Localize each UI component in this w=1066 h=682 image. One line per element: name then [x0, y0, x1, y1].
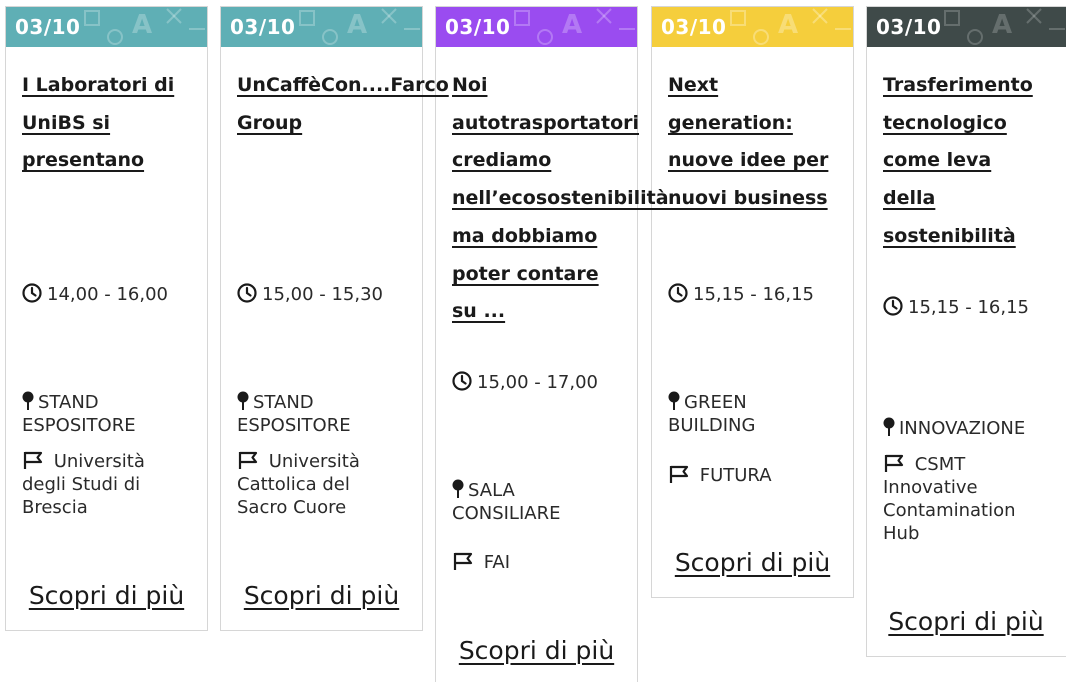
event-date: 03/10 [876, 15, 942, 39]
flag-icon [23, 451, 43, 469]
event-time: 15,00 - 15,30 [237, 283, 383, 306]
event-location: SALA CONSILIARE [452, 456, 560, 525]
clock-icon [668, 283, 688, 303]
pin-icon [452, 479, 464, 498]
event-time-text: 15,00 - 15,30 [262, 284, 383, 305]
header-pattern-icon: A [84, 8, 205, 45]
event-time: 15,15 - 16,15 [883, 296, 1029, 319]
discover-more-link[interactable]: Scopri di più [652, 548, 853, 577]
event-title-link[interactable]: Trasferimento tecnologico come leva dell… [883, 67, 1033, 256]
svg-text:A: A [132, 10, 152, 40]
event-time: 14,00 - 16,00 [22, 283, 168, 306]
event-card: A 03/10 Next generation: nuove idee per … [651, 6, 854, 598]
card-header: A 03/10 [221, 7, 422, 47]
event-title-link[interactable]: Next generation: nuove idee per nuovi bu… [668, 67, 828, 218]
event-time-text: 14,00 - 16,00 [47, 284, 168, 305]
svg-text:A: A [562, 10, 582, 40]
event-title-link[interactable]: I Laboratori di UniBS si presentano [22, 67, 174, 180]
events-grid: A 03/10 I Laboratori di UniBS si present… [0, 0, 1066, 682]
event-date: 03/10 [15, 15, 81, 39]
event-title-link[interactable]: UnCaffèCon....Farco Group [237, 67, 449, 142]
event-location-text: GREEN BUILDING [668, 392, 756, 436]
event-organizer: FUTURA [668, 441, 772, 487]
clock-icon [883, 296, 903, 316]
event-organizer: Università Cattolica del Sacro Cuore [237, 427, 360, 519]
event-organizer: CSMT Innovative Contamination Hub [883, 430, 1016, 545]
event-card: A 03/10 Trasferimento tecnologico come l… [866, 6, 1066, 657]
flag-icon [884, 454, 904, 472]
event-date: 03/10 [230, 15, 296, 39]
event-date: 03/10 [661, 15, 727, 39]
discover-more-link[interactable]: Scopri di più [436, 636, 637, 665]
clock-icon [452, 371, 472, 391]
event-location: GREEN BUILDING [668, 368, 755, 437]
header-pattern-icon: A [299, 8, 420, 45]
event-organizer: FAI [452, 528, 510, 574]
event-time-text: 15,15 - 16,15 [693, 284, 814, 305]
card-header: A 03/10 [6, 7, 207, 47]
flag-icon [453, 552, 473, 570]
discover-more-link[interactable]: Scopri di più [6, 581, 207, 610]
event-organizer-text: FAI [478, 552, 511, 573]
event-time: 15,15 - 16,15 [668, 283, 814, 306]
event-organizer: Università degli Studi di Brescia [22, 427, 145, 519]
header-pattern-icon: A [944, 8, 1065, 45]
event-title-link[interactable]: Noi autotrasportatori crediamo nell’ecos… [452, 67, 669, 331]
header-pattern-icon: A [730, 8, 851, 45]
event-card: A 03/10 Noi autotrasportatori crediamo n… [435, 6, 669, 682]
discover-more-link[interactable]: Scopri di più [867, 607, 1065, 636]
svg-text:A: A [347, 10, 367, 40]
discover-more-link[interactable]: Scopri di più [221, 581, 422, 610]
flag-icon [669, 465, 689, 483]
event-card: A 03/10 I Laboratori di UniBS si present… [5, 6, 208, 631]
card-header: A 03/10 [867, 7, 1066, 47]
event-card: A 03/10 UnCaffèCon....Farco Group 15,00 … [220, 6, 449, 631]
event-time-text: 15,00 - 17,00 [477, 372, 598, 393]
event-date: 03/10 [445, 15, 511, 39]
svg-text:A: A [992, 10, 1012, 40]
flag-icon [238, 451, 258, 469]
card-header: A 03/10 [436, 7, 637, 47]
event-time-text: 15,15 - 16,15 [908, 297, 1029, 318]
event-organizer-text: FUTURA [694, 465, 772, 486]
svg-text:A: A [778, 10, 798, 40]
pin-icon [237, 391, 249, 410]
event-time: 15,00 - 17,00 [452, 371, 598, 394]
card-header: A 03/10 [652, 7, 853, 47]
clock-icon [22, 283, 42, 303]
clock-icon [237, 283, 257, 303]
event-location-text: SALA CONSILIARE [452, 480, 561, 524]
pin-icon [668, 391, 680, 410]
header-pattern-icon: A [514, 8, 635, 45]
pin-icon [22, 391, 34, 410]
